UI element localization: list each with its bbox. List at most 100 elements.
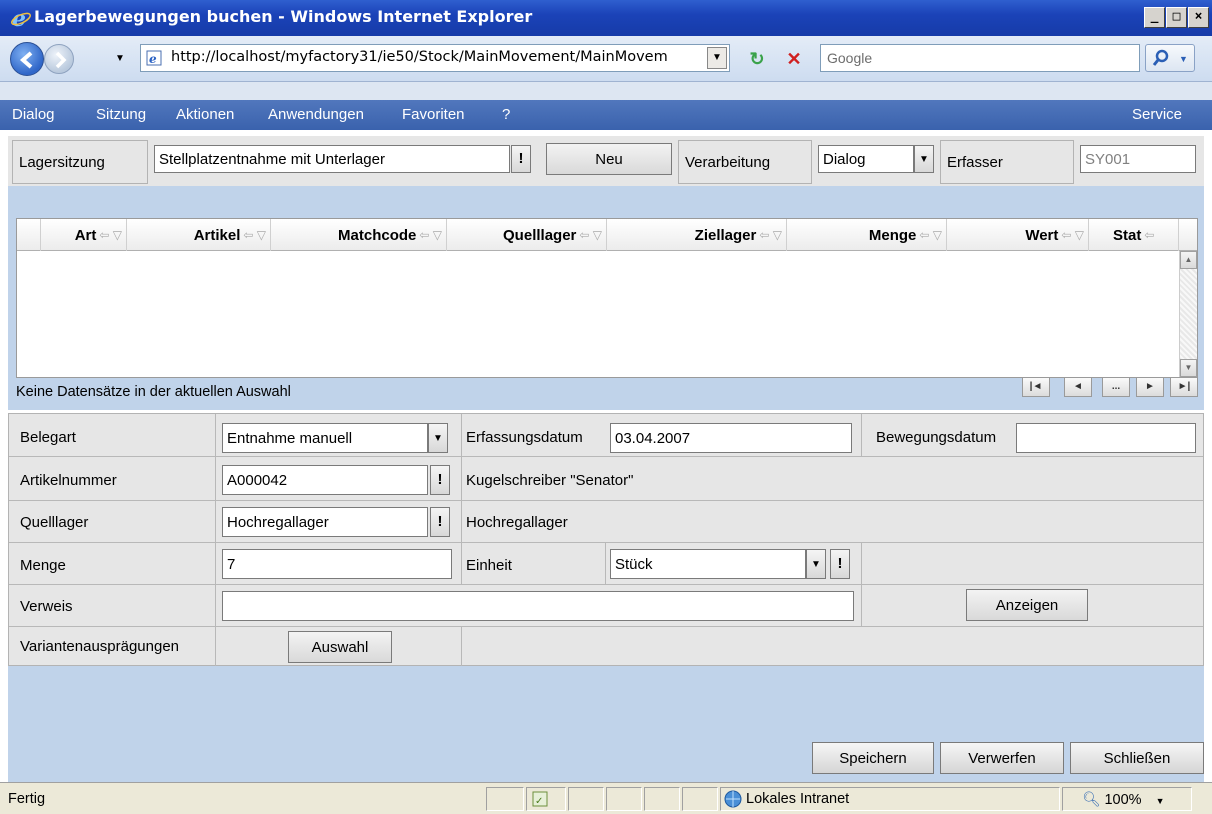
page-status-icon: ✓ [532,791,548,807]
sort-filter-icon[interactable]: ⇦ ▽ [579,228,602,242]
url-dropdown-button[interactable]: ▼ [707,47,727,69]
status-bar: Fertig ✓ Lokales Intranet 🔍︎ 100% ▼ [0,782,1212,814]
movements-grid[interactable]: Art ⇦ ▽ Artikel ⇦ ▽ Matchcode ⇦ ▽ Quelllage… [16,218,1198,378]
belegart-select[interactable]: Entnahme manuell [222,423,428,453]
back-button[interactable] [10,42,44,76]
column-divider [461,626,462,666]
maximize-button[interactable]: □ [1166,7,1187,28]
close-button[interactable]: Schließen [1070,742,1204,774]
page-icon: e [146,50,162,66]
intranet-globe-icon [724,790,742,808]
erfassungsdatum-input[interactable]: 03.04.2007 [610,423,852,453]
grid-left-panel [8,218,16,410]
zoom-level[interactable]: 🔍︎ 100% ▼ [1082,791,1165,808]
column-header-quelllager[interactable]: Quelllager ⇦ ▽ [447,219,607,251]
scroll-up-button[interactable]: ▲ [1180,251,1197,269]
row-divider [9,626,1203,627]
column-label: Artikel [193,226,241,244]
column-header-artikel[interactable]: Artikel ⇦ ▽ [127,219,271,251]
pager-prev-button[interactable]: ◄ [1064,377,1092,397]
forward-arrow-icon [55,51,67,69]
column-header-art[interactable]: Art ⇦ ▽ [41,219,127,251]
save-button[interactable]: Speichern [812,742,934,774]
column-header-ziellager[interactable]: Ziellager ⇦ ▽ [607,219,787,251]
zoom-value: 100% [1104,792,1142,808]
column-divider [605,542,606,584]
discard-button[interactable]: Verwerfen [940,742,1064,774]
session-lookup-button[interactable]: ! [511,145,531,173]
menu-help[interactable]: ? [502,106,510,123]
address-bar[interactable]: e http://localhost/myfactory31/ie50/Stoc… [140,44,730,72]
menu-service[interactable]: Service [1132,106,1182,123]
artikel-lookup-button[interactable]: ! [430,465,450,495]
status-text: Fertig [8,791,46,807]
stop-icon[interactable]: ✕ [782,47,806,71]
column-header-wert[interactable]: Wert ⇦ ▽ [947,219,1089,251]
close-window-button[interactable]: × [1188,7,1209,28]
pager-last-button[interactable]: ►| [1170,377,1198,397]
verweis-input[interactable] [222,591,854,621]
einheit-dropdown-button[interactable]: ▼ [806,549,826,579]
bewegungsdatum-input[interactable] [1016,423,1196,453]
forward-button[interactable] [44,44,74,74]
belegart-dropdown-button[interactable]: ▼ [428,423,448,453]
einheit-lookup-button[interactable]: ! [830,549,850,579]
auswahl-button[interactable]: Auswahl [288,631,392,663]
pager-next-button[interactable]: ► [1136,377,1164,397]
processing-dropdown-button[interactable]: ▼ [914,145,934,173]
svg-text:✓: ✓ [535,796,543,807]
refresh-icon[interactable]: ↻ [745,47,769,71]
artikelnummer-input[interactable]: A000042 [222,465,428,495]
menu-anwendungen[interactable]: Anwendungen [268,106,364,123]
window-title: Lagerbewegungen buchen - Windows Interne… [34,7,533,26]
search-button[interactable]: ▼ [1145,44,1195,72]
quelllager-input[interactable]: Hochregallager [222,507,428,537]
column-header-matchcode[interactable]: Matchcode ⇦ ▽ [271,219,447,251]
menu-dialog[interactable]: Dialog [12,106,55,123]
recent-pages-dropdown[interactable]: ▼ [115,53,125,64]
sort-filter-icon[interactable]: ⇦ ▽ [419,228,442,242]
recorder-input[interactable]: SY001 [1080,145,1196,173]
grid-vertical-scrollbar[interactable]: ▲ ▼ [1179,251,1197,377]
search-placeholder: Google [827,50,873,66]
pager-more-button[interactable]: ... [1102,377,1130,397]
anzeigen-button[interactable]: Anzeigen [966,589,1088,621]
back-arrow-icon [19,51,33,69]
status-pane [682,787,718,811]
column-label: Quelllager [503,226,577,244]
menu-favoriten[interactable]: Favoriten [402,106,465,123]
zoom-dropdown-icon[interactable]: ▼ [1156,796,1165,806]
new-session-button[interactable]: Neu [546,143,672,175]
toolbar-gap [0,82,1212,100]
sort-filter-icon[interactable]: ⇦ ▽ [99,228,122,242]
url-text[interactable]: http://localhost/myfactory31/ie50/Stock/… [171,49,706,65]
sort-filter-icon[interactable]: ⇦ ▽ [759,228,782,242]
quelllager-label: Quelllager [20,514,89,531]
column-header-menge[interactable]: Menge ⇦ ▽ [787,219,947,251]
search-input[interactable]: Google [820,44,1140,72]
scroll-down-button[interactable]: ▼ [1180,359,1197,377]
pager-first-button[interactable]: |◄ [1022,377,1050,397]
sort-filter-icon[interactable]: ⇦ ▽ [919,228,942,242]
column-divider [861,414,862,456]
column-header-stat[interactable]: Stat ⇦ [1089,219,1179,251]
menu-sitzung[interactable]: Sitzung [96,106,146,123]
menu-aktionen[interactable]: Aktionen [176,106,234,123]
einheit-select[interactable]: Stück [610,549,806,579]
address-toolbar: ▼ e http://localhost/myfactory31/ie50/St… [0,36,1212,82]
session-input[interactable]: Stellplatzentnahme mit Unterlager [154,145,510,173]
minimize-button[interactable]: _ [1144,7,1165,28]
menu-bar: Dialog Sitzung Aktionen Anwendungen Favo… [0,100,1212,130]
processing-select[interactable]: Dialog [818,145,914,173]
menge-input[interactable]: 7 [222,549,452,579]
svg-text:▼: ▼ [1179,54,1188,64]
sort-filter-icon[interactable]: ⇦ ▽ [1061,228,1084,242]
sort-filter-icon[interactable]: ⇦ ▽ [243,228,266,242]
sort-icon[interactable]: ⇦ [1144,228,1154,242]
varianten-label: Variantenausprägungen [20,638,180,655]
column-divider [861,542,862,626]
search-icon: ▼ [1152,49,1188,66]
quelllager-lookup-button[interactable]: ! [430,507,450,537]
column-divider [461,414,462,584]
bewegungsdatum-label: Bewegungsdatum [876,429,997,446]
